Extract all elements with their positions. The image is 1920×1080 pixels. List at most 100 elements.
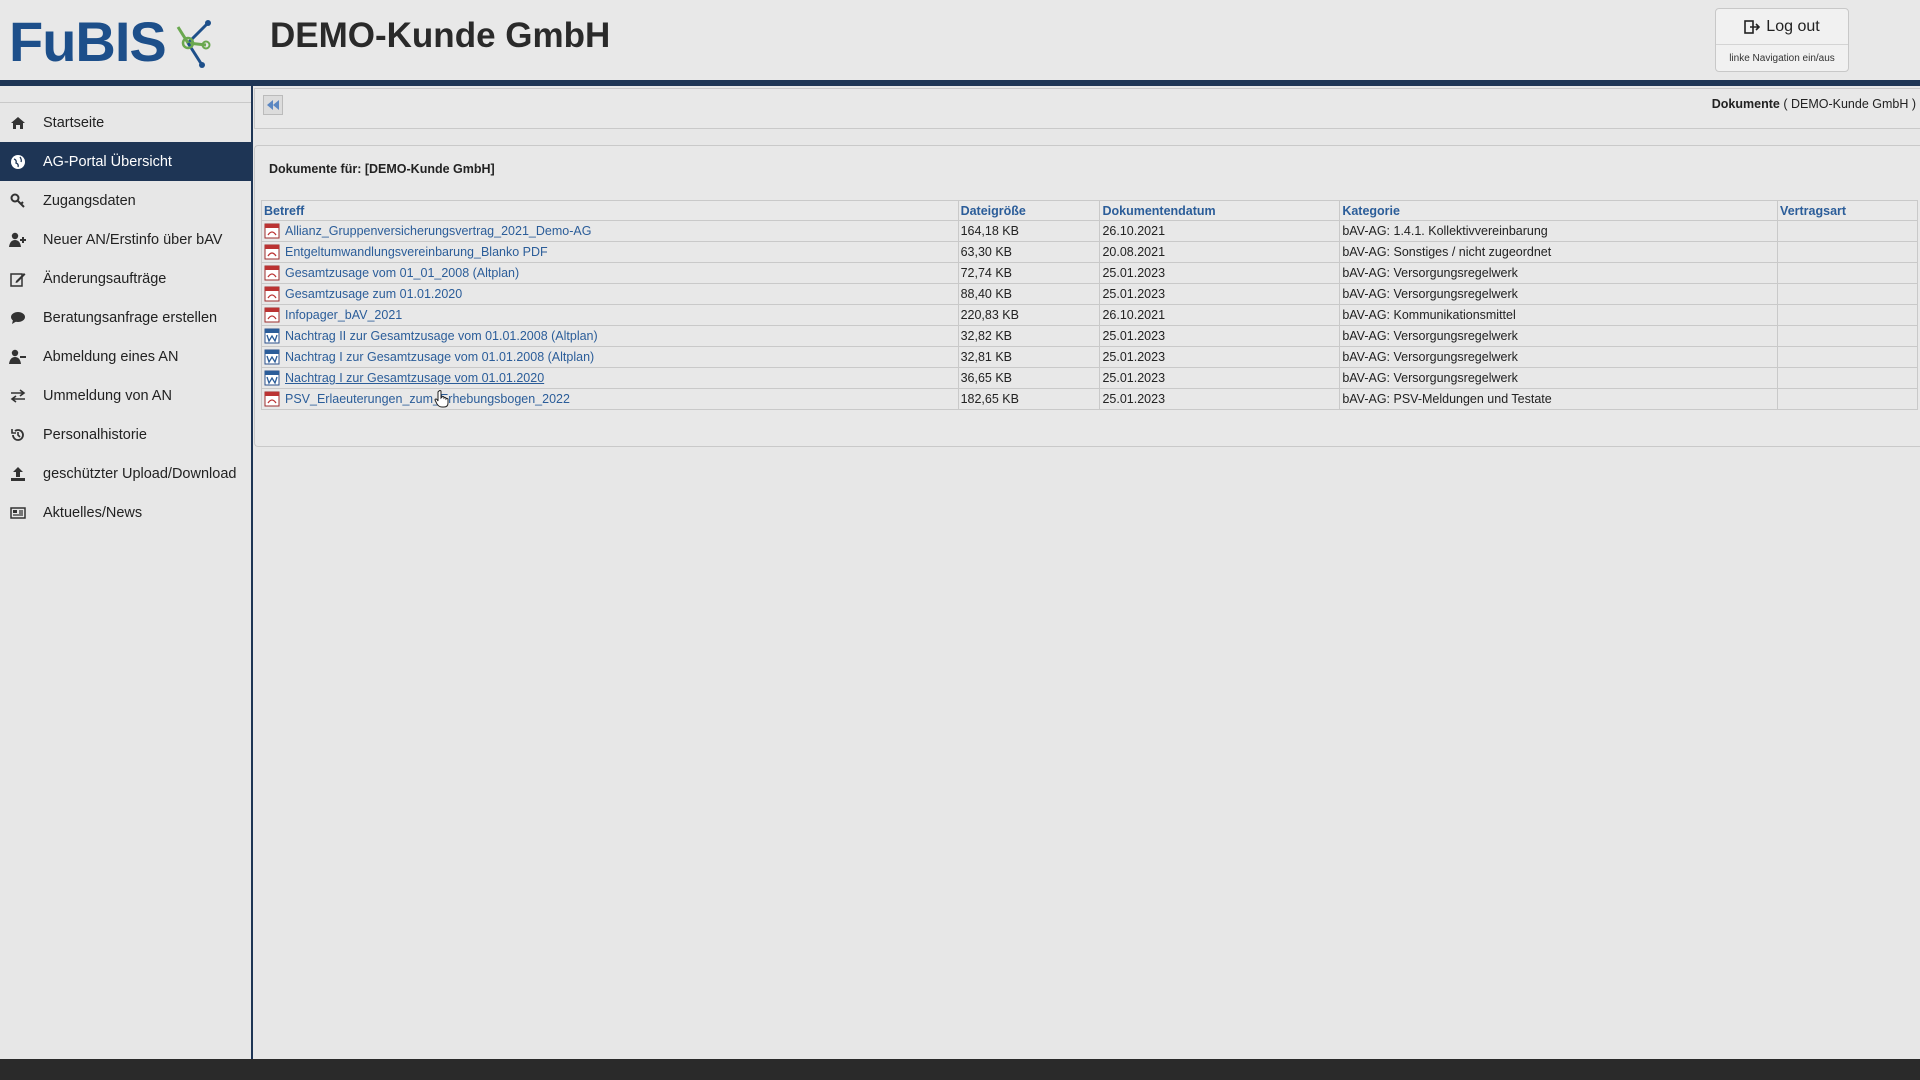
pdf-file-icon: [264, 244, 280, 260]
category-cell: bAV-AG: 1.4.1. Kollektivvereinbarung: [1339, 220, 1779, 242]
table-row: PSV_Erlaeuterungen_zum_Erhebungsbogen_20…: [261, 388, 1918, 410]
sidebar-item-label: Beratungsanfrage erstellen: [43, 309, 218, 326]
date-cell: 26.10.2021: [1099, 304, 1341, 326]
betreff-cell: Infopager_bAV_2021: [261, 304, 959, 326]
contract-type-cell: [1777, 367, 1918, 389]
contract-type-cell: [1777, 283, 1918, 305]
pdf-file-icon: [264, 265, 280, 281]
category-cell: bAV-AG: Versorgungsregelwerk: [1339, 283, 1779, 305]
date-cell: 25.01.2023: [1099, 262, 1341, 284]
date-cell: 26.10.2021: [1099, 220, 1341, 242]
sidebar-item-label: Zugangsdaten: [43, 192, 136, 209]
sidebar-item-zugangsdaten[interactable]: Zugangsdaten: [0, 181, 251, 220]
history-icon: [9, 426, 27, 444]
size-cell: 32,82 KB: [957, 325, 1101, 347]
contract-type-cell: [1777, 304, 1918, 326]
column-header-vertragsart[interactable]: Vertragsart: [1777, 200, 1918, 221]
date-cell: 25.01.2023: [1099, 346, 1341, 368]
sidebar-item-aktuelles[interactable]: Aktuelles/News: [0, 493, 251, 532]
logo-text: FuBIS: [9, 9, 167, 73]
document-link[interactable]: PSV_Erlaeuterungen_zum_Erhebungsbogen_20…: [285, 392, 570, 406]
contract-type-cell: [1777, 220, 1918, 242]
sidebar-item-neuer-an[interactable]: Neuer AN/Erstinfo über bAV: [0, 220, 251, 259]
column-header-dokumentendatum[interactable]: Dokumentendatum: [1099, 200, 1341, 221]
sidebar-item-startseite[interactable]: Startseite: [0, 103, 251, 142]
column-header-betreff[interactable]: Betreff: [261, 200, 959, 221]
app-header: FuBIS DEMO-Kunde GmbH Log out linke Navi…: [0, 0, 1920, 80]
network-logo-icon: [176, 20, 211, 68]
user-plus-icon: [9, 231, 27, 249]
key-icon: [9, 192, 27, 210]
contract-type-cell: [1777, 241, 1918, 263]
table-row: Nachtrag I zur Gesamtzusage vom 01.01.20…: [261, 346, 1918, 368]
document-link[interactable]: Gesamtzusage zum 01.01.2020: [285, 287, 462, 301]
category-cell: bAV-AG: PSV-Meldungen und Testate: [1339, 388, 1779, 410]
sidebar-item-label: Neuer AN/Erstinfo über bAV: [43, 231, 223, 248]
size-cell: 36,65 KB: [957, 367, 1101, 389]
category-cell: bAV-AG: Kommunikationsmittel: [1339, 304, 1779, 326]
category-cell: bAV-AG: Versorgungsregelwerk: [1339, 262, 1779, 284]
globe-icon: [9, 153, 27, 171]
pdf-file-icon: [264, 391, 280, 407]
document-link[interactable]: Gesamtzusage vom 01_01_2008 (Altplan): [285, 266, 519, 280]
size-cell: 32,81 KB: [957, 346, 1101, 368]
logout-panel: Log out linke Navigation ein/aus: [1715, 8, 1849, 72]
size-cell: 182,65 KB: [957, 388, 1101, 410]
date-cell: 25.01.2023: [1099, 283, 1341, 305]
betreff-cell: Nachtrag II zur Gesamtzusage vom 01.01.2…: [261, 325, 959, 347]
contract-type-cell: [1777, 346, 1918, 368]
document-link[interactable]: Infopager_bAV_2021: [285, 308, 402, 322]
sidebar-item-beratungsanfrage[interactable]: Beratungsanfrage erstellen: [0, 298, 251, 337]
betreff-cell: PSV_Erlaeuterungen_zum_Erhebungsbogen_20…: [261, 388, 959, 410]
sidebar-item-label: Ummeldung von AN: [43, 387, 172, 404]
contract-type-cell: [1777, 325, 1918, 347]
table-row: Entgeltumwandlungsvereinbarung_Blanko PD…: [261, 241, 1918, 263]
edit-icon: [9, 270, 27, 288]
size-cell: 164,18 KB: [957, 220, 1101, 242]
document-link[interactable]: Allianz_Gruppenversicherungsvertrag_2021…: [285, 224, 591, 238]
contract-type-cell: [1777, 262, 1918, 284]
sidebar-item-label: AG-Portal Übersicht: [43, 153, 172, 170]
document-link[interactable]: Nachtrag I zur Gesamtzusage vom 01.01.20…: [285, 371, 544, 385]
document-link[interactable]: Nachtrag II zur Gesamtzusage vom 01.01.2…: [285, 329, 598, 343]
date-cell: 20.08.2021: [1099, 241, 1341, 263]
betreff-cell: Entgeltumwandlungsvereinbarung_Blanko PD…: [261, 241, 959, 263]
table-row: Nachtrag II zur Gesamtzusage vom 01.01.2…: [261, 325, 1918, 347]
date-cell: 25.01.2023: [1099, 325, 1341, 347]
sidebar-item-label: Änderungsaufträge: [43, 270, 167, 287]
company-title: DEMO-Kunde GmbH: [270, 16, 611, 55]
sidebar-item-label: geschützter Upload/Download: [43, 465, 237, 482]
table-row: Nachtrag I zur Gesamtzusage vom 01.01.20…: [261, 367, 1918, 389]
sidebar: Startseite AG-Portal Übersicht Zugangsda…: [0, 86, 253, 1059]
word-file-icon: [264, 349, 280, 365]
pdf-file-icon: [264, 223, 280, 239]
sidebar-item-aenderungsauftraege[interactable]: Änderungsaufträge: [0, 259, 251, 298]
document-link[interactable]: Nachtrag I zur Gesamtzusage vom 01.01.20…: [285, 350, 594, 364]
column-header-dateigroesse[interactable]: Dateigröße: [957, 200, 1101, 221]
sidebar-item-abmeldung[interactable]: Abmeldung eines AN: [0, 337, 251, 376]
back-button[interactable]: [263, 95, 283, 115]
contract-type-cell: [1777, 388, 1918, 410]
document-link[interactable]: Entgeltumwandlungsvereinbarung_Blanko PD…: [285, 245, 548, 259]
fubis-logo[interactable]: FuBIS: [9, 6, 214, 76]
user-minus-icon: [9, 348, 27, 366]
category-cell: bAV-AG: Versorgungsregelwerk: [1339, 367, 1779, 389]
column-header-kategorie[interactable]: Kategorie: [1339, 200, 1779, 221]
size-cell: 88,40 KB: [957, 283, 1101, 305]
sidebar-item-upload-download[interactable]: geschützter Upload/Download: [0, 454, 251, 493]
breadcrumb: Dokumente ( DEMO-Kunde GmbH ): [1712, 97, 1916, 111]
sidebar-menu: Startseite AG-Portal Übersicht Zugangsda…: [0, 102, 251, 532]
sidebar-item-ag-portal[interactable]: AG-Portal Übersicht: [0, 142, 251, 181]
sidebar-item-label: Abmeldung eines AN: [43, 348, 179, 365]
documents-panel: Dokumente für: [DEMO-Kunde GmbH] Betreff…: [254, 145, 1920, 447]
betreff-cell: Gesamtzusage zum 01.01.2020: [261, 283, 959, 305]
breadcrumb-context: ( DEMO-Kunde GmbH ): [1783, 97, 1916, 111]
sidebar-item-label: Personalhistorie: [43, 426, 147, 443]
sidebar-item-ummeldung[interactable]: Ummeldung von AN: [0, 376, 251, 415]
size-cell: 63,30 KB: [957, 241, 1101, 263]
sidebar-item-personalhistorie[interactable]: Personalhistorie: [0, 415, 251, 454]
logout-button[interactable]: Log out: [1716, 9, 1848, 45]
nav-toggle-link[interactable]: linke Navigation ein/aus: [1716, 45, 1848, 64]
pdf-file-icon: [264, 307, 280, 323]
upload-icon: [9, 465, 27, 483]
